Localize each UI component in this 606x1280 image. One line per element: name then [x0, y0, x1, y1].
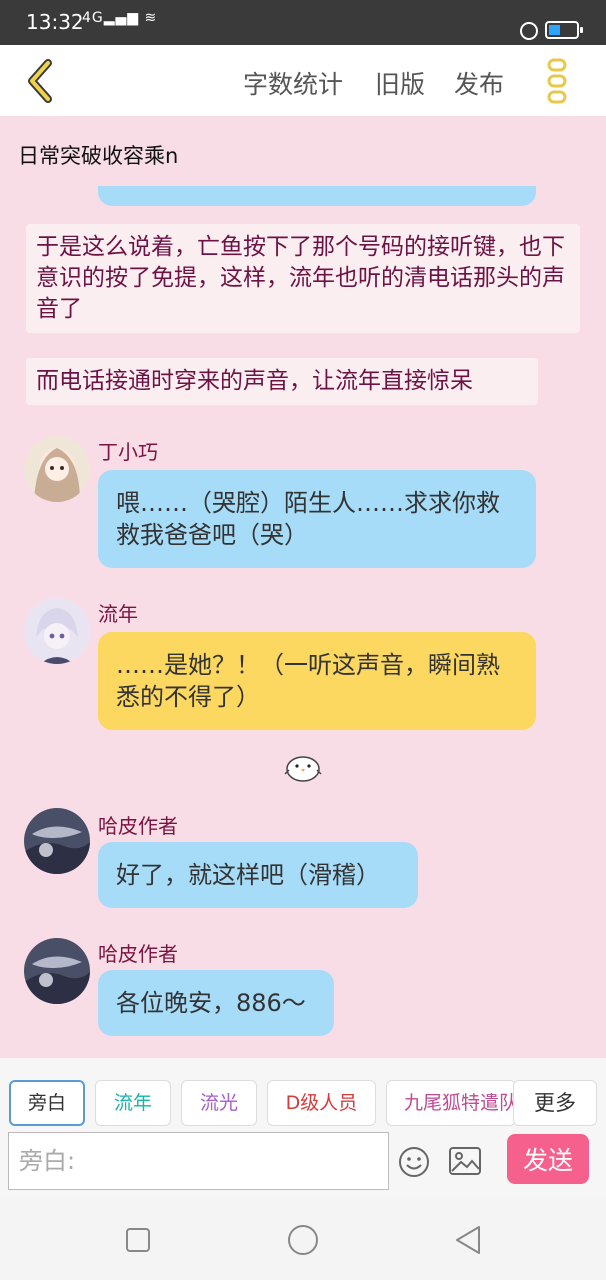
narration-message[interactable]: 而电话接通时穿来的声音，让流年直接惊呆	[26, 358, 538, 405]
battery-icon	[545, 21, 583, 39]
top-bar: 字数统计 旧版 发布	[0, 45, 606, 116]
publish-button[interactable]: 发布	[454, 65, 504, 101]
recent-apps-icon[interactable]	[124, 1226, 152, 1254]
word-count-button[interactable]: 字数统计	[243, 65, 343, 101]
role-chip-liunian[interactable]: 流年	[95, 1080, 171, 1126]
emoji-icon[interactable]	[398, 1146, 430, 1178]
message-input-box[interactable]	[8, 1132, 389, 1190]
status-bar: 13:32 4G▂▄▆ ≋	[0, 0, 606, 45]
role-chip-nine-tailed-fox[interactable]: 九尾狐特遣队	[386, 1080, 516, 1126]
avatar[interactable]	[24, 598, 90, 664]
chat-bubble[interactable]: 喂……（哭腔）陌生人……求求你救救我爸爸吧（哭）	[98, 470, 536, 568]
chat-bubble[interactable]: 各位晚安，886～	[98, 970, 334, 1036]
back-nav-icon[interactable]	[453, 1224, 483, 1256]
message-input[interactable]	[9, 1133, 388, 1189]
lock-icon	[520, 22, 538, 40]
narration-message[interactable]: 于是这么说着，亡鱼按下了那个号码的接听键，也下意识的按了免提，这样，流年也听的清…	[26, 224, 580, 333]
sender-name: 流年	[98, 602, 138, 626]
avatar[interactable]	[24, 938, 90, 1004]
signal-icon: 4G▂▄▆ ≋	[82, 10, 158, 26]
sender-name: 哈皮作者	[98, 814, 178, 838]
system-nav-bar	[0, 1198, 606, 1280]
send-button[interactable]: 发送	[507, 1134, 589, 1184]
chat-bubble[interactable]: 好了，就这样吧（滑稽）	[98, 842, 418, 908]
back-icon[interactable]	[22, 59, 62, 103]
sender-name: 哈皮作者	[98, 942, 178, 966]
avatar[interactable]	[24, 808, 90, 874]
chick-sticker-icon[interactable]	[283, 750, 323, 784]
composer-panel: 旁白 流年 流光 D级人员 九尾狐特遣队 更多 发送	[0, 1058, 606, 1198]
avatar[interactable]	[24, 436, 90, 502]
clipped-bubble	[98, 186, 536, 206]
clock: 13:32	[26, 10, 84, 34]
chat-bubble[interactable]: ……是她？！（一听这声音，瞬间熟悉的不得了）	[98, 632, 536, 730]
more-menu-icon[interactable]	[546, 57, 568, 105]
home-icon[interactable]	[286, 1223, 320, 1257]
network-type: 4G	[82, 10, 104, 26]
story-title: 日常突破收容乘n	[18, 144, 179, 168]
role-chip-d-class[interactable]: D级人员	[267, 1080, 376, 1126]
role-chip-narrator[interactable]: 旁白	[9, 1080, 85, 1126]
role-chip-liuguang[interactable]: 流光	[181, 1080, 257, 1126]
old-version-button[interactable]: 旧版	[375, 65, 425, 101]
image-icon[interactable]	[448, 1146, 482, 1176]
more-roles-button[interactable]: 更多	[513, 1080, 597, 1126]
chat-area[interactable]: 于是这么说着，亡鱼按下了那个号码的接听键，也下意识的按了免提，这样，流年也听的清…	[0, 116, 606, 1058]
sender-name: 丁小巧	[98, 440, 158, 464]
